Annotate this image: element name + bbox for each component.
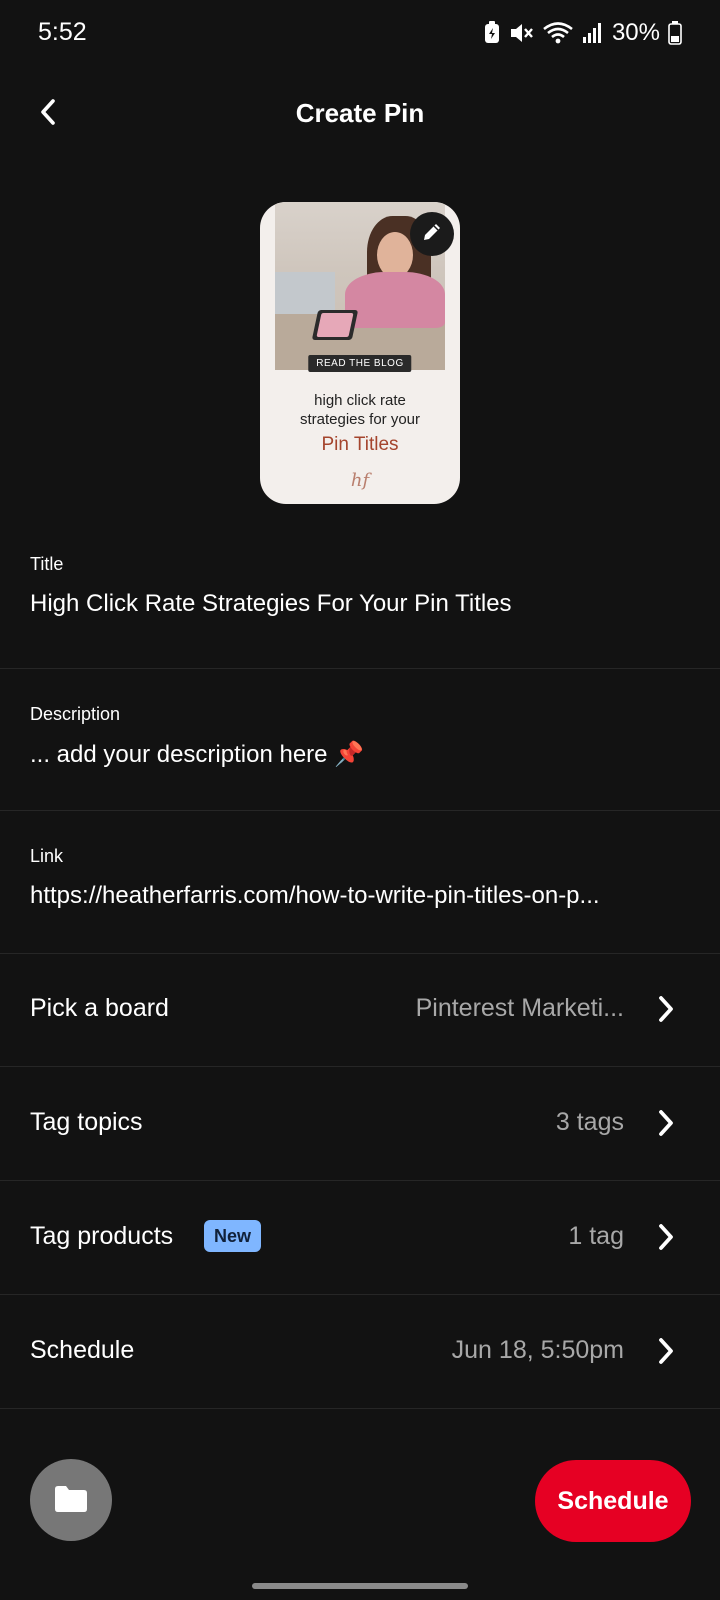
edit-image-button[interactable] [410,212,454,256]
divider [0,1180,720,1181]
divider [0,810,720,811]
tag-topics-row[interactable]: Tag topics 3 tags [0,1068,720,1180]
status-icons: 30% [484,18,682,48]
tag-topics-value: 3 tags [555,1108,624,1136]
divider [0,668,720,669]
pin-accent-text: Pin Titles [321,434,399,455]
title-input[interactable]: High Click Rate Strategies For Your Pin … [30,590,690,618]
chevron-right-icon [652,1220,680,1254]
chevron-right-icon [652,1106,680,1140]
title-label: Title [30,554,64,574]
divider [0,1066,720,1067]
wifi-icon [542,21,574,45]
battery-saver-icon [484,21,500,45]
schedule-label: Schedule [30,1336,135,1364]
link-field[interactable]: Link https://heatherfarris.com/how-to-wr… [0,832,720,940]
new-badge: New [204,1220,262,1252]
pin-text-line1: high click rate [314,392,406,409]
status-time: 5:52 [38,18,87,46]
header: Create Pin [0,80,720,150]
pin-logo: hf [350,470,370,491]
battery-icon [668,21,682,45]
divider [0,1294,720,1295]
mute-icon [508,21,534,45]
pick-board-row[interactable]: Pick a board Pinterest Marketi... [0,954,720,1066]
tag-products-label: Tag products [30,1222,174,1250]
pin-text-line2: strategies for your [299,411,421,428]
link-input[interactable]: https://heatherfarris.com/how-to-write-p… [30,882,690,910]
description-field[interactable]: Description ... add your description her… [0,690,720,798]
link-label: Link [30,846,64,866]
signal-icon [582,21,602,45]
chevron-right-icon [652,1334,680,1368]
divider [0,1408,720,1409]
folder-icon [53,1483,89,1518]
title-field[interactable]: Title High Click Rate Strategies For You… [0,540,720,656]
status-bar: 5:52 30% [0,0,720,64]
pick-board-label: Pick a board [30,994,169,1022]
page-title: Create Pin [295,98,425,128]
pick-board-value: Pinterest Marketi... [415,994,624,1022]
pin-tag-label: READ THE BLOG [308,355,412,372]
tag-products-value: 1 tag [568,1222,624,1250]
tag-topics-label: Tag topics [30,1108,143,1136]
tag-products-row[interactable]: Tag products New 1 tag [0,1182,720,1294]
schedule-row[interactable]: Schedule Jun 18, 5:50pm [0,1296,720,1408]
description-input[interactable]: ... add your description here 📌 [30,740,690,769]
pencil-icon [421,221,443,248]
save-draft-button[interactable] [30,1459,112,1541]
create-pin-screen: 5:52 30% Create Pin READ THE BLOG high c… [0,0,720,1600]
battery-percent: 30% [611,19,660,46]
home-indicator[interactable] [252,1583,468,1589]
schedule-button[interactable]: Schedule [535,1460,691,1542]
schedule-value: Jun 18, 5:50pm [451,1336,624,1364]
chevron-right-icon [652,992,680,1026]
description-label: Description [30,704,121,724]
